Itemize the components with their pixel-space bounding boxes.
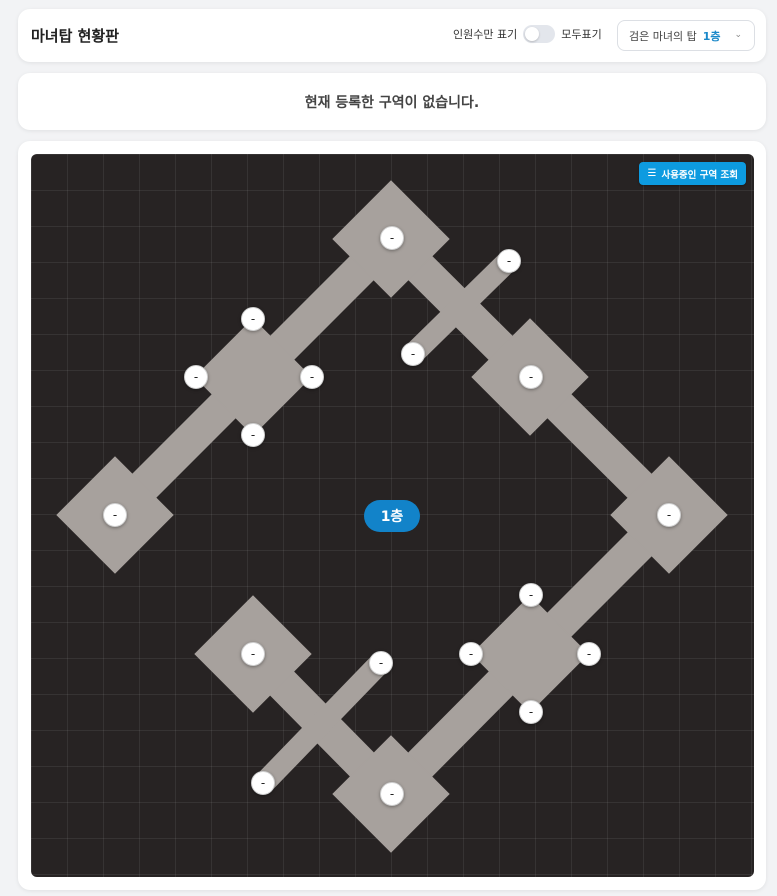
tower-name: 검은 마녀의 탑 xyxy=(629,29,697,43)
toggle-knob xyxy=(525,27,540,41)
toggle-right-label: 모두표기 xyxy=(561,28,602,41)
node-left-room-left[interactable]: - xyxy=(184,365,208,389)
node-left-room-top[interactable]: - xyxy=(241,307,265,331)
node-top-branch-upper[interactable]: - xyxy=(497,249,521,273)
display-mode-toggle-group: 인원수만 표기 모두표기 xyxy=(453,25,602,43)
node-bottom-branch-lower[interactable]: - xyxy=(251,771,275,795)
list-icon: ☰ xyxy=(647,168,657,179)
node-far-right[interactable]: - xyxy=(657,503,681,527)
display-mode-toggle[interactable] xyxy=(523,25,556,43)
node-right-lower-room-top[interactable]: - xyxy=(519,583,543,607)
node-top[interactable]: - xyxy=(380,226,404,250)
node-right-lower-room-right[interactable]: - xyxy=(577,642,601,666)
node-right-lower-room-bottom[interactable]: - xyxy=(519,700,543,724)
node-bottom-left-room[interactable]: - xyxy=(241,642,265,666)
node-far-left[interactable]: - xyxy=(103,503,127,527)
selected-floor: 1층 xyxy=(702,29,721,43)
map-panel: ☰ 사용중인 구역 조회 1층 - - - - - - - - - - - - … xyxy=(18,141,766,890)
toggle-left-label: 인원수만 표기 xyxy=(453,28,518,41)
chevron-down-icon: ⌄ xyxy=(734,30,742,40)
page-title: 마녀탑 현황판 xyxy=(31,27,120,45)
floor-select[interactable]: 검은 마녀의 탑 1층 ⌄ xyxy=(617,20,755,51)
node-right-lower-room-left[interactable]: - xyxy=(459,642,483,666)
node-right-upper-room[interactable]: - xyxy=(519,365,543,389)
node-bottom[interactable]: - xyxy=(380,782,404,806)
view-zones-label: 사용중인 구역 조회 xyxy=(661,169,738,181)
node-bottom-branch-upper[interactable]: - xyxy=(369,651,393,675)
node-left-room-right[interactable]: - xyxy=(300,365,324,389)
node-top-branch-lower[interactable]: - xyxy=(401,342,425,366)
tower-map: ☰ 사용중인 구역 조회 1층 - - - - - - - - - - - - … xyxy=(31,154,754,877)
view-zones-button[interactable]: ☰ 사용중인 구역 조회 xyxy=(639,162,746,185)
notice-panel: 현재 등록한 구역이 없습니다. xyxy=(18,73,766,130)
notice-text: 현재 등록한 구역이 없습니다. xyxy=(304,94,480,111)
node-left-room-bottom[interactable]: - xyxy=(241,423,265,447)
header-bar: 마녀탑 현황판 인원수만 표기 모두표기 검은 마녀의 탑 1층 ⌄ xyxy=(18,9,766,62)
floor-badge: 1층 xyxy=(364,500,420,532)
